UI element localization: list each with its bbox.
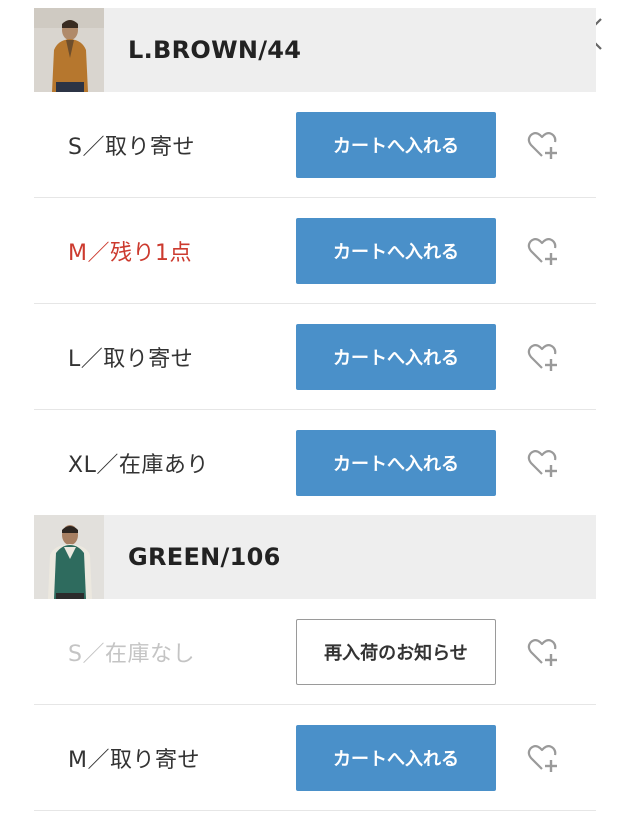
heart-plus-icon <box>527 638 557 666</box>
restock-notify-button[interactable]: 再入荷のお知らせ <box>296 618 496 685</box>
heart-plus-icon <box>527 449 557 477</box>
variant-row: L／取り寄せ カートへ入れる <box>34 304 596 410</box>
variant-row: S／取り寄せ カートへ入れる <box>34 92 596 198</box>
variant-list: L.BROWN/44 S／取り寄せ カートへ入れる M／残り1点 カートへ入れる… <box>34 8 596 811</box>
add-favorite-button[interactable] <box>526 128 560 162</box>
size-stock-label: S／取り寄せ <box>68 134 195 160</box>
add-to-cart-button[interactable]: カートへ入れる <box>296 217 496 284</box>
add-favorite-button[interactable] <box>526 234 560 268</box>
add-to-cart-button[interactable]: カートへ入れる <box>296 323 496 390</box>
size-stock-label: M／残り1点 <box>68 240 192 266</box>
size-stock-label: S／在庫なし <box>68 641 195 667</box>
add-to-cart-button[interactable]: カートへ入れる <box>296 724 496 791</box>
variant-row: M／残り1点 カートへ入れる <box>34 198 596 304</box>
heart-plus-icon <box>527 343 557 371</box>
variant-row: M／取り寄せ カートへ入れる <box>34 705 596 811</box>
product-thumbnail-brown <box>34 8 104 92</box>
color-group-header: L.BROWN/44 <box>34 8 596 92</box>
heart-plus-icon <box>527 744 557 772</box>
heart-plus-icon <box>527 237 557 265</box>
size-stock-label: XL／在庫あり <box>68 452 209 478</box>
add-favorite-button[interactable] <box>526 741 560 775</box>
heart-plus-icon <box>527 131 557 159</box>
add-to-cart-button[interactable]: カートへ入れる <box>296 429 496 496</box>
group-title: L.BROWN/44 <box>128 36 302 64</box>
add-favorite-button[interactable] <box>526 635 560 669</box>
variant-row: XL／在庫あり カートへ入れる <box>34 410 596 515</box>
size-stock-label: M／取り寄せ <box>68 747 200 773</box>
variant-row: S／在庫なし 再入荷のお知らせ <box>34 599 596 705</box>
group-title: GREEN/106 <box>128 543 281 571</box>
color-group-header: GREEN/106 <box>34 515 596 599</box>
product-thumbnail-green <box>34 515 104 599</box>
add-to-cart-button[interactable]: カートへ入れる <box>296 111 496 178</box>
add-favorite-button[interactable] <box>526 340 560 374</box>
size-stock-label: L／取り寄せ <box>68 346 194 372</box>
add-favorite-button[interactable] <box>526 446 560 480</box>
